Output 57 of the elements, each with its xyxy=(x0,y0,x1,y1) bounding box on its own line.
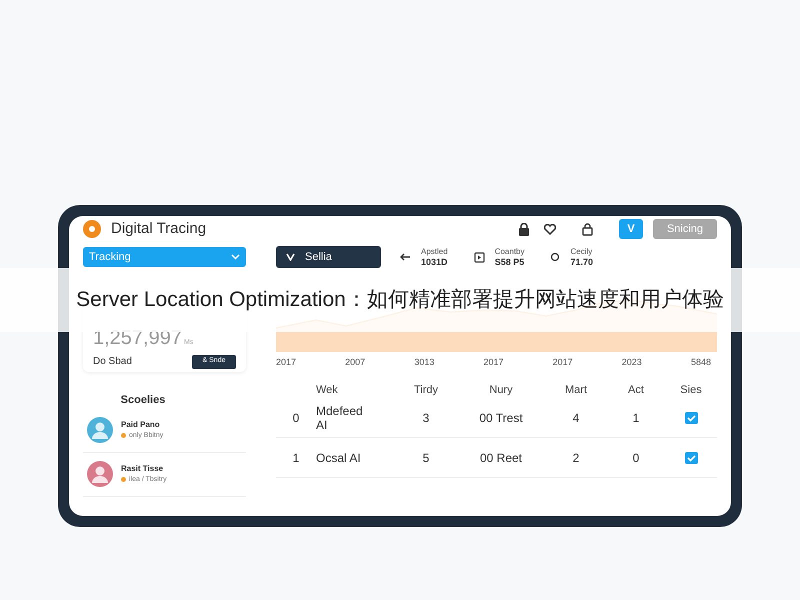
lock-icon[interactable] xyxy=(518,222,530,236)
stat-label: Coantby xyxy=(494,247,524,257)
table-cell-text: 5 xyxy=(422,450,430,466)
table-cell-text: 1 xyxy=(292,450,300,466)
pin-icon xyxy=(550,252,560,262)
action-button[interactable]: V xyxy=(619,219,643,239)
table-cell-text: 0 xyxy=(632,450,640,466)
chevron-icon xyxy=(231,254,240,260)
table-cell-text: 0 xyxy=(292,410,300,426)
column-header: Wek xyxy=(316,382,339,398)
stat-value: 71.70 xyxy=(570,257,594,267)
table-cell-text: Mdefeed AI xyxy=(316,404,364,432)
section-title: Scoelies xyxy=(120,393,166,408)
avatar-icon xyxy=(87,417,113,443)
table-cell-text: 4 xyxy=(572,410,580,426)
axis-label: 2017 xyxy=(483,356,504,369)
stat-value: S58 P5 xyxy=(494,257,524,267)
column-header: Tirdy xyxy=(412,382,440,398)
person-name: Rasit Tisse xyxy=(121,463,164,474)
axis-label: 2023 xyxy=(622,356,642,369)
heart-icon[interactable] xyxy=(544,224,556,234)
banner-title: Server Location Optimization：如何精准部署提升网站速度和用户体验 xyxy=(76,287,724,314)
axis-label: 2017 xyxy=(276,356,296,369)
arrow-icon xyxy=(399,253,411,261)
checkbox[interactable] xyxy=(684,452,698,464)
dot-icon xyxy=(121,477,126,482)
summary-label: Do Sbad xyxy=(93,355,132,369)
stat-value: 1031D xyxy=(421,257,448,267)
table-cell-text: 1 xyxy=(632,410,640,426)
summary-value: 1,257,997 xyxy=(93,328,182,348)
primary-button[interactable]: Snicing xyxy=(653,219,717,239)
stat-label: Cecily xyxy=(570,247,594,257)
table-cell-text: 00 Reet xyxy=(478,450,524,466)
axis-label: 5848 xyxy=(690,356,711,369)
logo-icon xyxy=(83,220,101,238)
tracking-dropdown[interactable]: Tracking xyxy=(83,247,246,267)
play-box-icon xyxy=(474,252,485,262)
column-header: Nury xyxy=(488,382,514,398)
table-cell-text: 00 Trest xyxy=(478,410,524,426)
avatar-icon xyxy=(87,461,113,487)
stat-label: Apstled xyxy=(421,247,448,257)
axis-label: 3013 xyxy=(414,356,434,369)
table-cell-text: 3 xyxy=(422,410,430,426)
dot-icon xyxy=(121,433,126,438)
column-header: Sies xyxy=(679,382,703,398)
checkbox[interactable] xyxy=(684,412,698,424)
axis-label: 2017 xyxy=(552,356,573,369)
dark-button[interactable]: Sellia xyxy=(276,246,381,268)
check-icon xyxy=(286,253,295,261)
person-name: Paid Pano xyxy=(121,419,161,430)
axis-label: 2007 xyxy=(345,356,366,369)
column-header: Act xyxy=(627,382,645,398)
lock-icon[interactable] xyxy=(582,222,593,236)
table-cell-text: Ocsal AI xyxy=(316,450,362,464)
column-header: Mart xyxy=(564,382,588,398)
app-title: Digital Tracing xyxy=(111,218,206,239)
table-cell-text: 2 xyxy=(572,450,580,466)
